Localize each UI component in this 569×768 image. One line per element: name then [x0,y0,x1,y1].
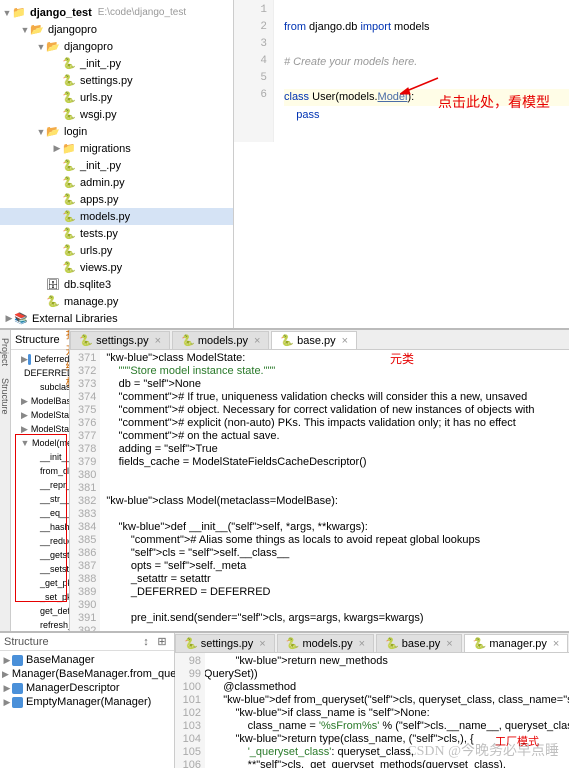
close-icon[interactable]: × [446,638,452,650]
root-label: django_test [30,7,92,19]
tree-item[interactable]: 🐍_init_.py [0,55,233,72]
tab-settings-py[interactable]: 🐍settings.py× [70,331,170,349]
code-area[interactable]: from django.db import models # Create yo… [274,0,569,142]
side-tool-tabs[interactable]: Project Structure [0,330,11,631]
structure-item[interactable]: __hash__(self) [13,520,69,534]
tree-item[interactable]: 🐍manage.py [0,293,233,310]
structure-item[interactable]: __repr__(self) [13,478,69,492]
tree-item[interactable]: ▼📂djangopro [0,38,233,55]
tree-item[interactable]: ▼📂djangopro [0,21,233,38]
tree-item[interactable]: 🐍_init_.py [0,157,233,174]
structure-item[interactable]: ▶ModelState [13,422,69,436]
tab-settings-py[interactable]: 🐍settings.py× [175,634,275,652]
tree-item[interactable]: 🐍models.py [0,208,233,225]
tab-models-py[interactable]: 🐍models.py× [172,331,269,349]
tab-base-py[interactable]: 🐍base.py× [376,634,462,652]
root-path: E:\code\django_test [98,7,186,18]
manager-item[interactable]: ▶ManagerDescriptor [2,681,172,695]
tab-models-py[interactable]: 🐍models.py× [277,634,374,652]
tree-item[interactable]: 🐍settings.py [0,72,233,89]
editor-tabs[interactable]: 🐍settings.py×🐍models.py×🐍base.py× [70,330,569,350]
editor-models-py[interactable]: 123456 from django.db import models # Cr… [234,0,569,328]
tab-manager-py[interactable]: 🐍manager.py× [464,634,569,652]
close-icon[interactable]: × [155,335,161,347]
structure-title: Structure [4,636,49,648]
structure-item[interactable]: __eq__(self, other) [13,506,69,520]
close-icon[interactable]: × [259,638,265,650]
structure-item[interactable]: __init__(self, *args, **kwargs) [13,450,69,464]
structure-item[interactable]: __getstate__(self) [13,548,69,562]
structure-item[interactable]: __reduce__(self) [13,534,69,548]
project-root[interactable]: ▼ 📁 django_test E:\code\django_test [0,4,233,21]
close-icon[interactable]: × [359,638,365,650]
tree-item[interactable]: ▼📂login [0,123,233,140]
structure-item[interactable]: ▶ModelStateFieldsCacheDescriptor [13,408,69,422]
tree-item[interactable]: 🐍apps.py [0,191,233,208]
structure-item[interactable]: DEFERRED [13,366,69,380]
structure-item[interactable]: get_deferred_fields(self) [13,604,69,618]
tree-item[interactable]: ▶📁migrations [0,140,233,157]
tab-structure[interactable]: Structure [0,374,10,419]
structure-item[interactable]: __setstate__(self, state) [13,562,69,576]
structure-item[interactable]: ▶Deferred [13,352,69,366]
manager-item[interactable]: ▶BaseManager [2,653,172,667]
annotation-metaclass: 元类 [390,350,414,367]
structure-item[interactable]: from_db(cls, db, field_names, values) [13,464,69,478]
structure-item[interactable]: _get_pk_val(self, meta=None) [13,576,69,590]
gutter: 123456 [234,0,274,142]
tree-item[interactable]: 🐍admin.py [0,174,233,191]
structure-item[interactable]: __str__(self) [13,492,69,506]
gutter: 9899100101102103104105106 [175,653,205,768]
tab-base-py[interactable]: 🐍base.py× [271,331,357,349]
tree-item[interactable]: 📄Scratches and Consoles [0,327,233,328]
structure-item[interactable]: ▶ModelBase(type) [13,394,69,408]
expand-icon[interactable]: ⊞ [154,634,170,650]
tree-item[interactable]: 🐍tests.py [0,225,233,242]
chevron-down-icon: ▼ [2,8,12,18]
structure-title: Structure [15,334,60,346]
tree-item[interactable]: 🐍urls.py [0,89,233,106]
editor-base-py[interactable]: 🐍settings.py×🐍models.py×🐍base.py× 371372… [70,330,569,631]
watermark: CSDN @今晚务必早点睡 [407,740,559,760]
tree-item[interactable]: 🐍urls.py [0,242,233,259]
annotation-click-here: 点击此处，看模型 [438,92,550,112]
manager-item[interactable]: ▶Manager(BaseManager.from_queryset(Query… [2,667,172,681]
gutter: 3713723733743753763773783793803813823833… [70,350,100,631]
structure-item[interactable]: refresh_from_db(self, using=None, fields… [13,618,69,631]
manager-item[interactable]: ▶EmptyManager(Manager) [2,695,172,709]
tree-item[interactable]: 🐍wsgi.py [0,106,233,123]
project-tree[interactable]: ▼ 📁 django_test E:\code\django_test ▼📂dj… [0,0,234,328]
tab-project[interactable]: Project [0,334,10,370]
close-icon[interactable]: × [254,335,260,347]
structure-pane-bottom[interactable]: Structure ↕ ⊞ ▶BaseManager▶Manager(BaseM… [0,633,175,768]
close-icon[interactable]: × [342,335,348,347]
structure-item[interactable]: subclass_exception(name, bases, module, … [13,380,69,394]
structure-pane[interactable]: Structure alt + 7 打开结构 ↕ ⚙ − ▶DeferredDE… [11,330,70,631]
structure-item[interactable]: _set_pk_val(self, value) [13,590,69,604]
folder-icon: 📁 [12,6,26,20]
tree-item[interactable]: 🐍views.py [0,259,233,276]
code-area[interactable]: "kw-blue">class ModelState: """Store mod… [100,350,569,631]
tree-item[interactable]: ▶📚External Libraries [0,310,233,327]
structure-item[interactable]: ▼Model(metaclass=ModelBase) [13,436,69,450]
sort-icon[interactable]: ↕ [138,634,154,650]
close-icon[interactable]: × [553,638,559,650]
editor-tabs[interactable]: 🐍settings.py×🐍models.py×🐍base.py×🐍manage… [175,633,569,653]
tree-item[interactable]: 🗄db.sqlite3 [0,276,233,293]
